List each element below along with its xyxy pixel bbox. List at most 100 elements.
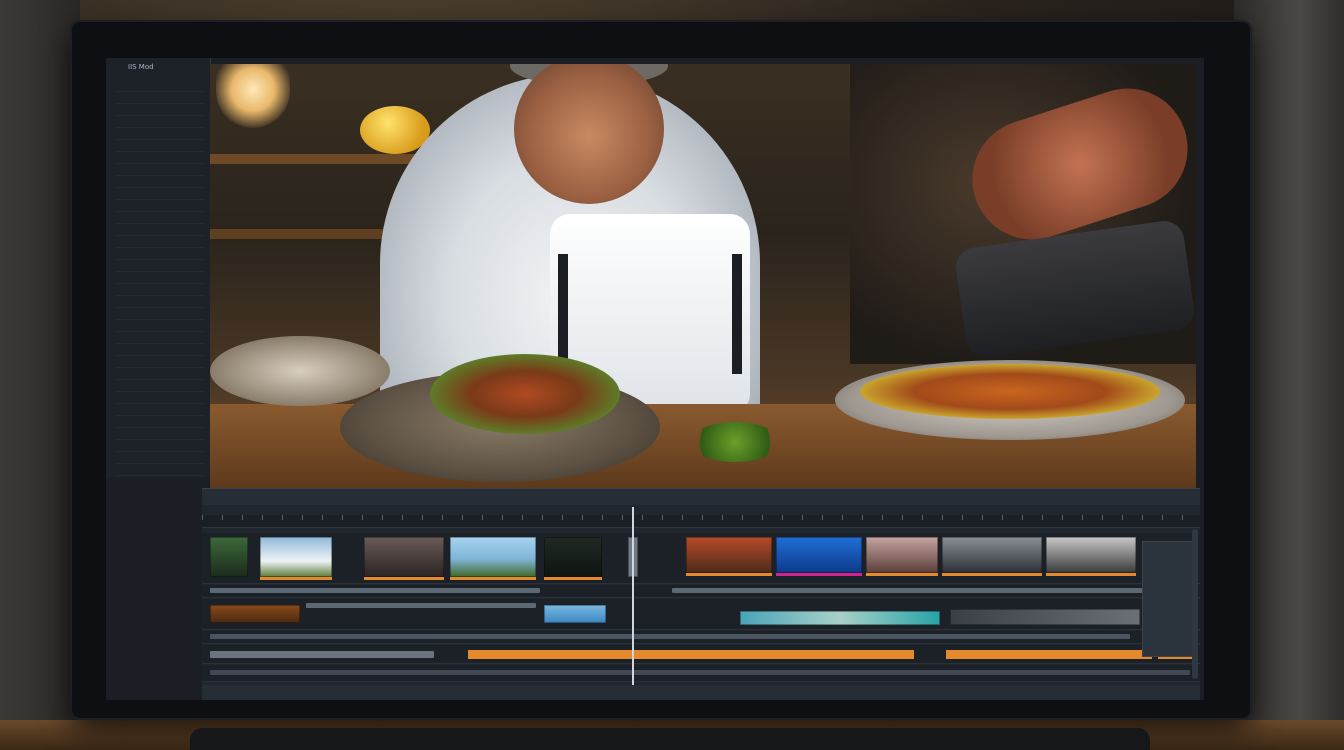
sidebar-row[interactable] bbox=[116, 416, 204, 428]
sidebar-row[interactable] bbox=[116, 80, 204, 92]
sidebar-row[interactable] bbox=[116, 296, 204, 308]
ruler-tick bbox=[622, 515, 623, 520]
shelf bbox=[210, 154, 430, 164]
effect-clip[interactable] bbox=[210, 588, 540, 593]
video-preview[interactable] bbox=[210, 64, 1196, 488]
video-clip[interactable] bbox=[866, 537, 938, 576]
sidebar-row[interactable] bbox=[116, 128, 204, 140]
video-clip[interactable] bbox=[210, 605, 300, 623]
monitor-stand bbox=[190, 728, 1150, 750]
title-clip[interactable] bbox=[306, 603, 536, 608]
video-clip[interactable] bbox=[776, 537, 862, 576]
sidebar-row[interactable] bbox=[116, 332, 204, 344]
ruler-tick bbox=[342, 515, 343, 520]
ruler-tick bbox=[982, 515, 983, 520]
clip-marker bbox=[686, 573, 772, 576]
ruler-tick bbox=[502, 515, 503, 520]
video-clip[interactable] bbox=[686, 537, 772, 576]
effects-track[interactable] bbox=[202, 585, 1200, 598]
video-clip[interactable] bbox=[1046, 537, 1136, 576]
video-clip[interactable] bbox=[450, 537, 536, 580]
ruler-tick bbox=[1082, 515, 1083, 520]
sidebar-row[interactable] bbox=[116, 104, 204, 116]
audio-track-2[interactable] bbox=[202, 645, 1200, 664]
sidebar-row[interactable] bbox=[116, 284, 204, 296]
audio-clip[interactable] bbox=[210, 634, 1130, 639]
clip-marker bbox=[450, 577, 536, 580]
ruler-tick bbox=[842, 515, 843, 520]
video-clip[interactable] bbox=[544, 605, 606, 623]
sidebar-row[interactable] bbox=[116, 272, 204, 284]
sidebar-row[interactable] bbox=[116, 200, 204, 212]
video-clip[interactable] bbox=[950, 609, 1140, 625]
ruler-tick bbox=[402, 515, 403, 520]
video-track-2[interactable] bbox=[202, 599, 1200, 630]
video-clip[interactable] bbox=[364, 537, 444, 580]
sidebar-row[interactable] bbox=[116, 140, 204, 152]
audio-clip[interactable] bbox=[210, 670, 1190, 675]
ruler-tick bbox=[1042, 515, 1043, 520]
sidebar-row[interactable] bbox=[116, 308, 204, 320]
timeline-ruler[interactable] bbox=[202, 515, 1200, 528]
clip-marker bbox=[544, 577, 602, 580]
audio-track-3[interactable] bbox=[202, 665, 1200, 682]
timeline-panel bbox=[202, 488, 1200, 700]
sidebar-row[interactable] bbox=[116, 368, 204, 380]
video-clip[interactable] bbox=[544, 537, 602, 580]
ruler-tick bbox=[682, 515, 683, 520]
video-clip[interactable] bbox=[740, 611, 940, 625]
sidebar-row[interactable] bbox=[116, 452, 204, 464]
clip-marker bbox=[364, 577, 444, 580]
ruler-tick bbox=[522, 515, 523, 520]
sidebar-row[interactable] bbox=[116, 152, 204, 164]
sidebar-row[interactable] bbox=[116, 260, 204, 272]
video-clip[interactable] bbox=[260, 537, 332, 580]
ruler-tick bbox=[442, 515, 443, 520]
sidebar-row[interactable] bbox=[116, 356, 204, 368]
clip-inspector[interactable] bbox=[1142, 541, 1196, 657]
ruler-tick bbox=[1062, 515, 1063, 520]
ruler-tick bbox=[802, 515, 803, 520]
ruler-tick bbox=[1102, 515, 1103, 520]
sidebar-row[interactable] bbox=[116, 224, 204, 236]
sidebar-row[interactable] bbox=[116, 392, 204, 404]
sidebar-row[interactable] bbox=[116, 116, 204, 128]
sidebar-row[interactable] bbox=[116, 176, 204, 188]
ruler-tick bbox=[1022, 515, 1023, 520]
sidebar-row[interactable] bbox=[116, 248, 204, 260]
ruler-tick bbox=[1142, 515, 1143, 520]
audio-track[interactable] bbox=[202, 631, 1200, 644]
ruler-tick bbox=[202, 515, 203, 520]
video-clip[interactable] bbox=[942, 537, 1042, 576]
sidebar-row[interactable] bbox=[116, 428, 204, 440]
sidebar-row[interactable] bbox=[116, 188, 204, 200]
audio-clip[interactable] bbox=[210, 651, 434, 658]
ruler-tick bbox=[822, 515, 823, 520]
sidebar-row[interactable] bbox=[116, 92, 204, 104]
sidebar-title: IIS Mod bbox=[128, 63, 154, 71]
ruler-tick bbox=[762, 515, 763, 520]
audio-clip-highlighted[interactable] bbox=[946, 650, 1152, 659]
ruler-tick bbox=[902, 515, 903, 520]
effect-clip[interactable] bbox=[672, 588, 1142, 593]
sidebar-row[interactable] bbox=[116, 164, 204, 176]
editor-screen: IIS Mod bbox=[106, 58, 1204, 700]
ruler-tick bbox=[422, 515, 423, 520]
playhead[interactable] bbox=[632, 507, 634, 687]
clip-marker bbox=[866, 573, 938, 576]
sidebar-row[interactable] bbox=[116, 344, 204, 356]
sidebar-row[interactable] bbox=[116, 440, 204, 452]
video-track[interactable] bbox=[202, 533, 1200, 584]
audio-clip-highlighted[interactable] bbox=[468, 650, 914, 659]
ruler-tick bbox=[242, 515, 243, 520]
sidebar-row[interactable] bbox=[116, 320, 204, 332]
sidebar-row[interactable] bbox=[116, 380, 204, 392]
sidebar-row[interactable] bbox=[116, 236, 204, 248]
timeline-scrollbar[interactable] bbox=[1192, 529, 1198, 679]
sidebar-row[interactable] bbox=[116, 464, 204, 476]
ruler-tick bbox=[642, 515, 643, 520]
video-clip[interactable] bbox=[210, 537, 248, 577]
clip-marker bbox=[1046, 573, 1136, 576]
sidebar-row[interactable] bbox=[116, 212, 204, 224]
sidebar-row[interactable] bbox=[116, 404, 204, 416]
